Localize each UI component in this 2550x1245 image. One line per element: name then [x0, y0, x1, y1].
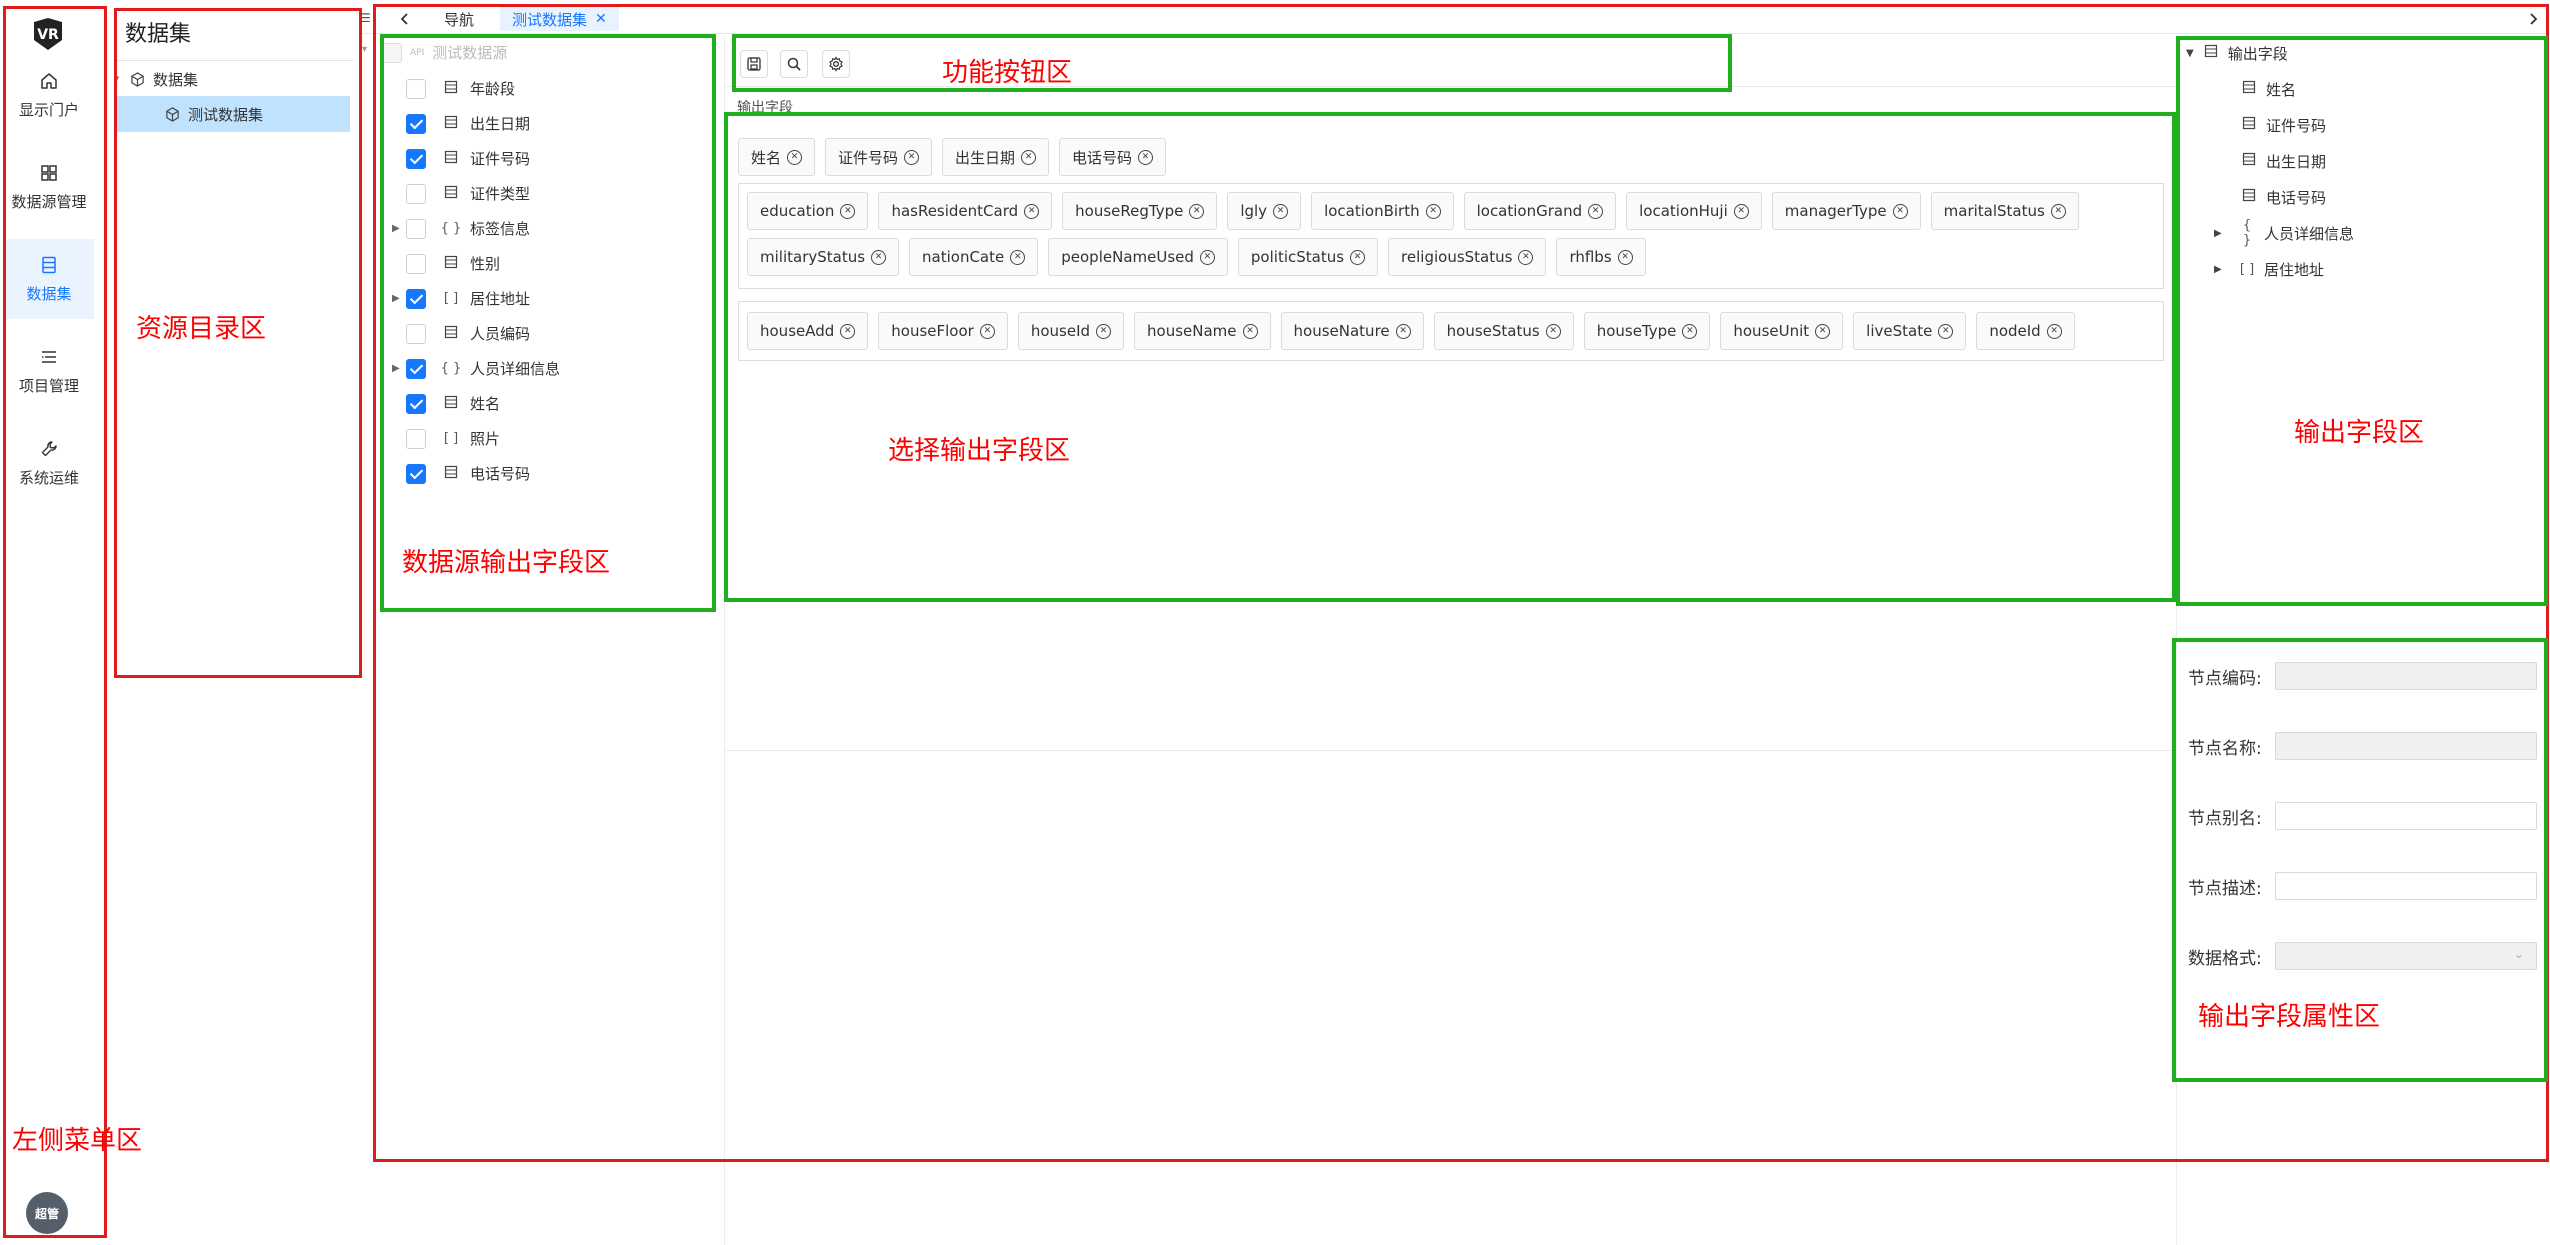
- annotation-select-output: 选择输出字段区: [888, 436, 1071, 466]
- annotation-toolbar: 功能按钮区: [942, 58, 1073, 88]
- annotation-output-props: 输出字段属性区: [2198, 1002, 2381, 1032]
- annotation-output-fields: 输出字段区: [2294, 418, 2425, 448]
- annotation-source-fields: 数据源输出字段区: [402, 548, 611, 578]
- annotation-resource-dir: 资源目录区: [136, 314, 267, 344]
- annotation-box-toolbar: [732, 34, 1732, 92]
- annotation-box-select-output: [724, 112, 2176, 602]
- annotation-box-left-menu: [3, 6, 107, 1238]
- annotation-box-source-fields: [380, 34, 716, 612]
- annotation-left-menu: 左侧菜单区: [12, 1126, 143, 1156]
- caret-down-icon[interactable]: ▾: [362, 44, 367, 55]
- annotation-box-output-fields: [2176, 36, 2548, 606]
